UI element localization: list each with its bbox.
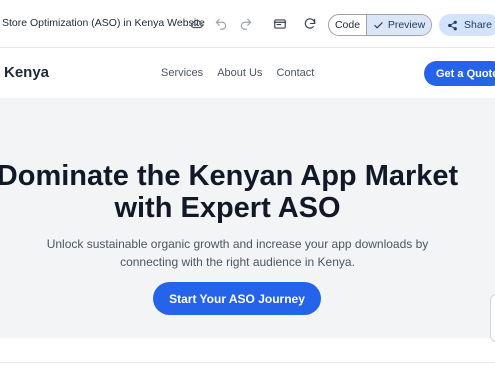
hero-title-line-2: with Expert ASO [114,192,341,224]
site-brand[interactable]: Kenya [4,64,49,81]
hero-subtitle-line-2: connecting with the right audience in Ke… [120,255,355,269]
refresh-icon[interactable] [300,14,320,34]
hero-subtitle: Unlock sustainable organic growth and in… [20,235,455,271]
site-nav-links: Services About Us Contact [161,67,314,79]
start-aso-journey-button[interactable]: Start Your ASO Journey [153,282,321,315]
hero-title: Dominate the Kenyan App Market with Expe… [0,160,465,224]
undo-icon[interactable] [211,14,231,34]
hero-subtitle-line-1: Unlock sustainable organic growth and in… [46,237,429,251]
check-icon [374,21,383,28]
share-icon [448,20,457,30]
section-divider [0,362,495,363]
view-mode-toggle: Code Preview [328,14,432,36]
nav-link-services[interactable]: Services [161,67,203,79]
side-panel-handle[interactable] [490,294,495,342]
share-label: Share [464,19,493,31]
editor-toolbar: Store Optimization (ASO) in Kenya Websit… [0,0,495,48]
preview-tab-label: Preview [387,19,426,31]
preview-tab[interactable]: Preview [367,15,431,35]
app-window: Store Optimization (ASO) in Kenya Websit… [0,0,495,370]
get-a-quote-button[interactable]: Get a Quote [424,61,495,86]
share-button[interactable]: Share [439,14,495,36]
redo-icon[interactable] [236,14,256,34]
hero-title-line-1: Dominate the Kenyan App Market [0,160,459,192]
nav-link-about-us[interactable]: About Us [217,67,262,79]
nav-link-contact[interactable]: Contact [276,67,314,79]
code-tab[interactable]: Code [329,15,367,35]
hero-section: Dominate the Kenyan App Market with Expe… [0,98,495,338]
document-title[interactable]: Store Optimization (ASO) in Kenya Websit… [2,17,205,29]
site-header: Kenya Services About Us Contact Get a Qu… [0,48,495,98]
cloud-sync-icon[interactable] [187,14,207,34]
preview-window-icon[interactable] [270,14,290,34]
